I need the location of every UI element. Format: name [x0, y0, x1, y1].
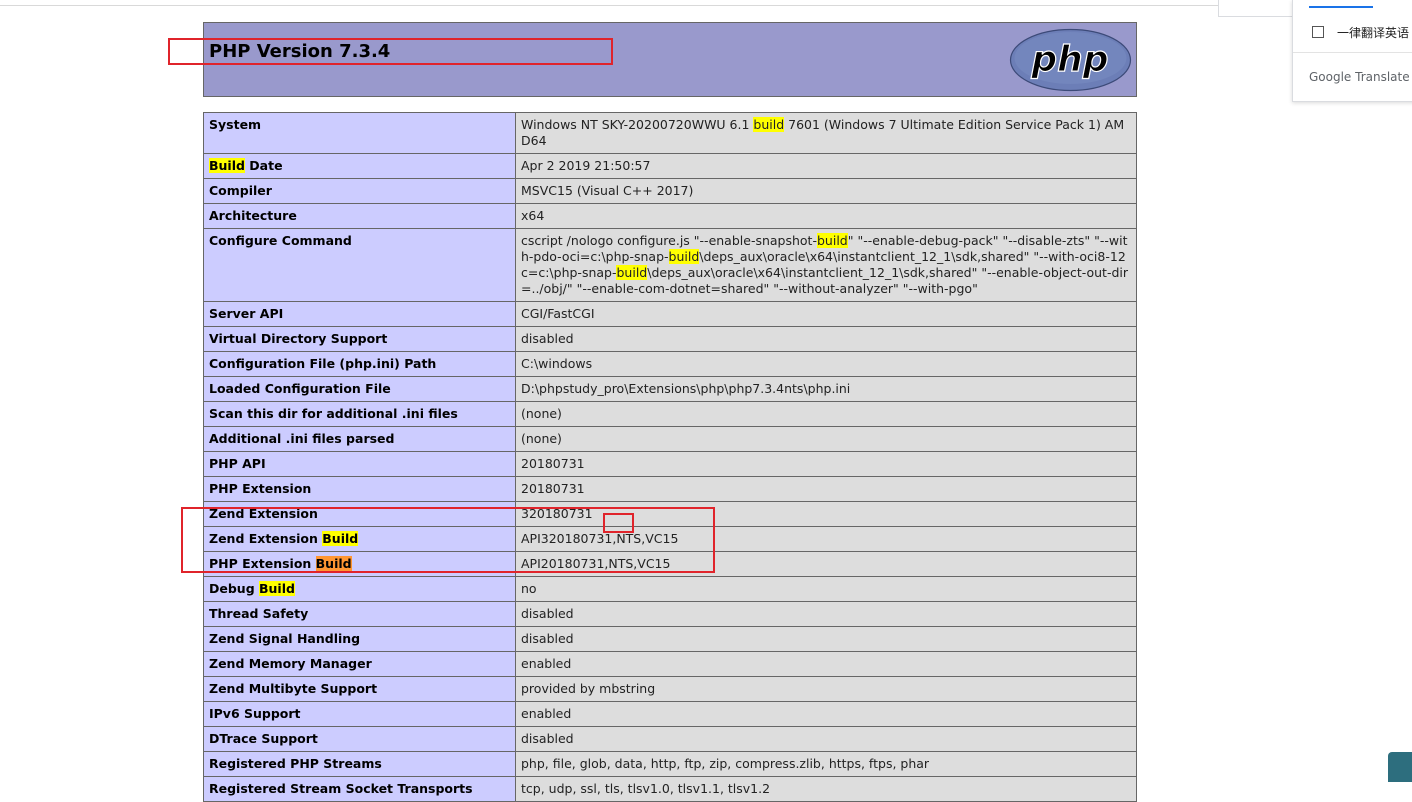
row-label: Compiler — [203, 178, 516, 204]
table-row: Registered PHP Streams php, file, glob, d… — [203, 751, 1137, 777]
annotation-box-title — [168, 38, 613, 65]
row-label: Debug Build — [203, 576, 516, 602]
php-logo[interactable]: php — [1009, 28, 1132, 92]
row-value: enabled — [515, 651, 1137, 677]
row-value: cscript /nologo configure.js "--enable-s… — [515, 228, 1137, 302]
row-value: disabled — [515, 626, 1137, 652]
table-row: Configuration File (php.ini) Path C:\wind… — [203, 351, 1137, 377]
search-highlight: Build — [259, 581, 295, 596]
row-value: disabled — [515, 726, 1137, 752]
table-row: Thread Safety disabled — [203, 601, 1137, 627]
table-row: Zend Memory Manager enabled — [203, 651, 1137, 677]
annotation-box-build — [181, 507, 715, 573]
row-value: CGI/FastCGI — [515, 301, 1137, 327]
annotation-box-nts — [603, 513, 634, 533]
row-value: provided by mbstring — [515, 676, 1137, 702]
php-logo-text: php — [1030, 39, 1108, 80]
table-row: Zend Signal Handling disabled — [203, 626, 1137, 652]
table-row: Registered Stream Socket Transports tcp, … — [203, 776, 1137, 802]
table-row: Architecture x64 — [203, 203, 1137, 229]
row-label: System — [203, 112, 516, 154]
table-row: System Windows NT SKY-20200720WWU 6.1 bui… — [203, 112, 1137, 154]
google-translate-popup: 一律翻译英语 Google Translate — [1292, 0, 1412, 102]
search-highlight: build — [816, 233, 848, 248]
row-label: PHP API — [203, 451, 516, 477]
row-value: 20180731 — [515, 451, 1137, 477]
row-label: Additional .ini files parsed — [203, 426, 516, 452]
translate-active-tab-indicator — [1309, 6, 1373, 8]
row-label: Loaded Configuration File — [203, 376, 516, 402]
row-value: enabled — [515, 701, 1137, 727]
row-label: Zend Memory Manager — [203, 651, 516, 677]
table-row: Configure Command cscript /nologo configu… — [203, 228, 1137, 302]
row-value: no — [515, 576, 1137, 602]
row-label: Architecture — [203, 203, 516, 229]
table-row: Build Date Apr 2 2019 21:50:57 — [203, 153, 1137, 179]
search-highlight: build — [616, 265, 648, 280]
text-segment: Date — [244, 158, 283, 173]
table-row: IPv6 Support enabled — [203, 701, 1137, 727]
text-segment: Debug — [209, 581, 259, 596]
row-label: Zend Multibyte Support — [203, 676, 516, 702]
search-highlight: build — [668, 249, 700, 264]
search-highlight: Build — [209, 158, 245, 173]
row-value: D:\phpstudy_pro\Extensions\php\php7.3.4n… — [515, 376, 1137, 402]
table-row: Zend Multibyte Support provided by mbstri… — [203, 676, 1137, 702]
floating-action-button[interactable] — [1388, 752, 1412, 782]
table-row: Additional .ini files parsed (none) — [203, 426, 1137, 452]
phpinfo-table: System Windows NT SKY-20200720WWU 6.1 bui… — [203, 112, 1137, 802]
table-row: PHP API 20180731 — [203, 451, 1137, 477]
always-translate-checkbox[interactable] — [1312, 26, 1324, 38]
row-label: Build Date — [203, 153, 516, 179]
row-label: Zend Signal Handling — [203, 626, 516, 652]
row-value: disabled — [515, 326, 1137, 352]
row-label: Registered Stream Socket Transports — [203, 776, 516, 802]
row-value: x64 — [515, 203, 1137, 229]
row-label: Scan this dir for additional .ini files — [203, 401, 516, 427]
row-value: (none) — [515, 426, 1137, 452]
table-row: Scan this dir for additional .ini files(… — [203, 401, 1137, 427]
google-translate-brand: Google Translate — [1309, 70, 1410, 84]
row-label: Virtual Directory Support — [203, 326, 516, 352]
row-value: disabled — [515, 601, 1137, 627]
table-row: Virtual Directory Support disabled — [203, 326, 1137, 352]
text-segment: cscript /nologo configure.js "--enable-s… — [521, 233, 817, 248]
table-row: DTrace Support disabled — [203, 726, 1137, 752]
translate-tab-stub[interactable] — [1218, 0, 1294, 17]
row-value: Windows NT SKY-20200720WWU 6.1 build 760… — [515, 112, 1137, 154]
row-label: Configure Command — [203, 228, 516, 302]
row-label: PHP Extension — [203, 476, 516, 502]
row-label: Thread Safety — [203, 601, 516, 627]
row-value: 20180731 — [515, 476, 1137, 502]
row-value: C:\windows — [515, 351, 1137, 377]
table-row: Debug Build no — [203, 576, 1137, 602]
table-row: Server API CGI/FastCGI — [203, 301, 1137, 327]
row-label: Configuration File (php.ini) Path — [203, 351, 516, 377]
table-row: Loaded Configuration File D:\phpstudy_pro… — [203, 376, 1137, 402]
row-value: MSVC15 (Visual C++ 2017) — [515, 178, 1137, 204]
row-label: Registered PHP Streams — [203, 751, 516, 777]
row-label: Server API — [203, 301, 516, 327]
search-highlight: build — [753, 117, 785, 132]
table-row: PHP Extension 20180731 — [203, 476, 1137, 502]
row-label: IPv6 Support — [203, 701, 516, 727]
always-translate-label[interactable]: 一律翻译英语 — [1337, 24, 1409, 41]
table-row: Compiler MSVC15 (Visual C++ 2017) — [203, 178, 1137, 204]
browser-top-divider — [0, 5, 1218, 6]
row-value: (none) — [515, 401, 1137, 427]
row-value: tcp, udp, ssl, tls, tlsv1.0, tlsv1.1, tl… — [515, 776, 1137, 802]
text-segment: Windows NT SKY-20200720WWU 6.1 — [521, 117, 754, 132]
row-value: php, file, glob, data, http, ftp, zip, c… — [515, 751, 1137, 777]
row-value: Apr 2 2019 21:50:57 — [515, 153, 1137, 179]
row-label: DTrace Support — [203, 726, 516, 752]
translate-divider — [1293, 52, 1412, 53]
